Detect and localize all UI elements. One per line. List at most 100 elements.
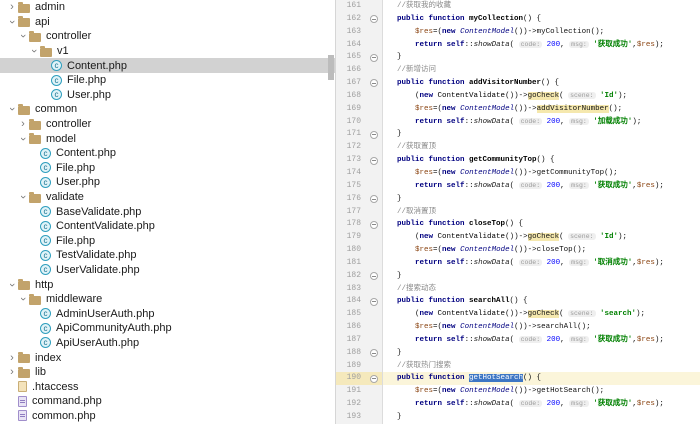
line-number[interactable]: 169	[336, 102, 366, 116]
line-number[interactable]: 161	[336, 0, 366, 13]
code-text[interactable]: //获取我的收藏	[383, 0, 700, 13]
line-number[interactable]: 170	[336, 115, 366, 129]
chevron-collapsed-icon[interactable]: ›	[6, 352, 18, 364]
code-text[interactable]: return self::showData( code: 200, msg: '…	[383, 116, 700, 129]
tree-row[interactable]: c ApiCommunityAuth.php	[0, 321, 335, 336]
code-text[interactable]: $res=(new ContentModel())->addVisitorNum…	[383, 103, 700, 116]
chevron-expanded-icon[interactable]: ›	[6, 279, 18, 291]
code-text[interactable]: }	[383, 270, 700, 283]
code-text[interactable]: }	[383, 193, 700, 206]
code-text[interactable]: return self::showData( code: 200, msg: '…	[383, 334, 700, 347]
tree-row[interactable]: › validate	[0, 190, 335, 205]
tree-row[interactable]: common.php	[0, 409, 335, 424]
chevron-expanded-icon[interactable]: ›	[28, 45, 40, 57]
code-text[interactable]: //获取热门搜索	[383, 360, 700, 373]
code-text[interactable]: }	[383, 51, 700, 64]
chevron-expanded-icon[interactable]: ›	[6, 103, 18, 115]
tree-row[interactable]: c File.php	[0, 161, 335, 176]
line-number[interactable]: 180	[336, 244, 366, 257]
code-text[interactable]: public function myCollection() {	[383, 13, 700, 26]
code-text[interactable]: public function addVisitorNumber() {	[383, 77, 700, 90]
line-number[interactable]: 176	[336, 192, 366, 206]
tree-row[interactable]: › index	[0, 350, 335, 365]
line-number[interactable]: 182	[336, 269, 366, 283]
line-number[interactable]: 190	[336, 372, 366, 386]
tree-row[interactable]: › http	[0, 277, 335, 292]
tree-row[interactable]: › middleware	[0, 292, 335, 307]
code-text[interactable]: //新增访问	[383, 64, 700, 77]
code-text[interactable]: return self::showData( code: 200, msg: '…	[383, 257, 700, 270]
line-number[interactable]: 183	[336, 282, 366, 296]
tree-row[interactable]: c ContentValidate.php	[0, 219, 335, 234]
line-number[interactable]: 179	[336, 231, 366, 245]
line-number[interactable]: 187	[336, 333, 366, 347]
code-text[interactable]: $res=(new ContentModel())->searchAll();	[383, 321, 700, 334]
tree-row[interactable]: c File.php	[0, 234, 335, 249]
chevron-expanded-icon[interactable]: ›	[17, 191, 29, 203]
tree-row[interactable]: › api	[0, 15, 335, 30]
code-text[interactable]: (new ContentValidate())->goCheck( scene:…	[383, 90, 700, 103]
fold-marker-icon[interactable]	[366, 269, 383, 283]
code-text[interactable]: $res=(new ContentModel())->getCommunityT…	[383, 167, 700, 180]
fold-marker-icon[interactable]	[366, 77, 383, 90]
tree-row[interactable]: c BaseValidate.php	[0, 204, 335, 219]
code-text[interactable]: $res=(new ContentModel())->getHotSearch(…	[383, 385, 700, 398]
line-number[interactable]: 178	[336, 218, 366, 232]
code-text[interactable]: (new ContentValidate())->goCheck( scene:…	[383, 308, 700, 321]
line-number[interactable]: 192	[336, 398, 366, 411]
line-number[interactable]: 163	[336, 25, 366, 39]
line-number[interactable]: 162	[336, 12, 366, 26]
fold-marker-icon[interactable]	[366, 346, 383, 360]
tree-row[interactable]: › admin	[0, 0, 335, 15]
code-text[interactable]: (new ContentValidate())->goCheck( scene:…	[383, 231, 700, 244]
line-number[interactable]: 185	[336, 308, 366, 322]
code-text[interactable]: return self::showData( code: 200, msg: '…	[383, 398, 700, 411]
code-text[interactable]: public function getCommunityTop() {	[383, 154, 700, 167]
line-number[interactable]: 177	[336, 205, 366, 219]
tree-row[interactable]: c TestValidate.php	[0, 248, 335, 263]
tree-row[interactable]: › common	[0, 102, 335, 117]
code-text[interactable]: }	[383, 347, 700, 360]
code-text[interactable]: public function closeTop() {	[383, 218, 700, 231]
tree-row[interactable]: › lib	[0, 365, 335, 380]
line-number[interactable]: 171	[336, 128, 366, 142]
line-number[interactable]: 168	[336, 89, 366, 103]
line-number[interactable]: 191	[336, 385, 366, 399]
code-text[interactable]: public function searchAll() {	[383, 295, 700, 308]
tree-row[interactable]: › v1	[0, 44, 335, 59]
code-text[interactable]: //搜索动态	[383, 283, 700, 296]
line-number[interactable]: 193	[336, 411, 366, 424]
code-text[interactable]: $res=(new ContentModel())->closeTop();	[383, 244, 700, 257]
code-text[interactable]: //取消置顶	[383, 206, 700, 219]
line-number[interactable]: 184	[336, 295, 366, 309]
line-number[interactable]: 188	[336, 346, 366, 360]
tree-row[interactable]: › model	[0, 131, 335, 146]
fold-marker-icon[interactable]	[366, 51, 383, 65]
fold-marker-icon[interactable]	[366, 12, 383, 26]
tree-row[interactable]: c User.php	[0, 88, 335, 103]
chevron-expanded-icon[interactable]: ›	[17, 133, 29, 145]
line-number[interactable]: 167	[336, 77, 366, 90]
fold-marker-icon[interactable]	[366, 192, 383, 206]
fold-marker-icon[interactable]	[366, 295, 383, 309]
code-text[interactable]: $res=(new ContentModel())->myCollection(…	[383, 26, 700, 39]
tree-vertical-scrollbar[interactable]	[328, 55, 334, 80]
tree-row[interactable]: .htaccess	[0, 379, 335, 394]
line-number[interactable]: 181	[336, 256, 366, 270]
code-text[interactable]: }	[383, 411, 700, 424]
line-number[interactable]: 164	[336, 38, 366, 52]
tree-row[interactable]: › controller	[0, 29, 335, 44]
tree-row[interactable]: command.php	[0, 394, 335, 409]
fold-marker-icon[interactable]	[366, 372, 383, 386]
chevron-collapsed-icon[interactable]: ›	[17, 118, 29, 130]
line-number[interactable]: 174	[336, 166, 366, 180]
line-number[interactable]: 172	[336, 141, 366, 155]
fold-marker-icon[interactable]	[366, 218, 383, 232]
chevron-expanded-icon[interactable]: ›	[6, 16, 18, 28]
fold-marker-icon[interactable]	[366, 128, 383, 142]
tree-row[interactable]: c User.php	[0, 175, 335, 190]
chevron-collapsed-icon[interactable]: ›	[6, 1, 18, 13]
chevron-collapsed-icon[interactable]: ›	[6, 366, 18, 378]
code-text[interactable]: public function getHotSearch() {	[383, 372, 700, 386]
line-number[interactable]: 189	[336, 359, 366, 373]
